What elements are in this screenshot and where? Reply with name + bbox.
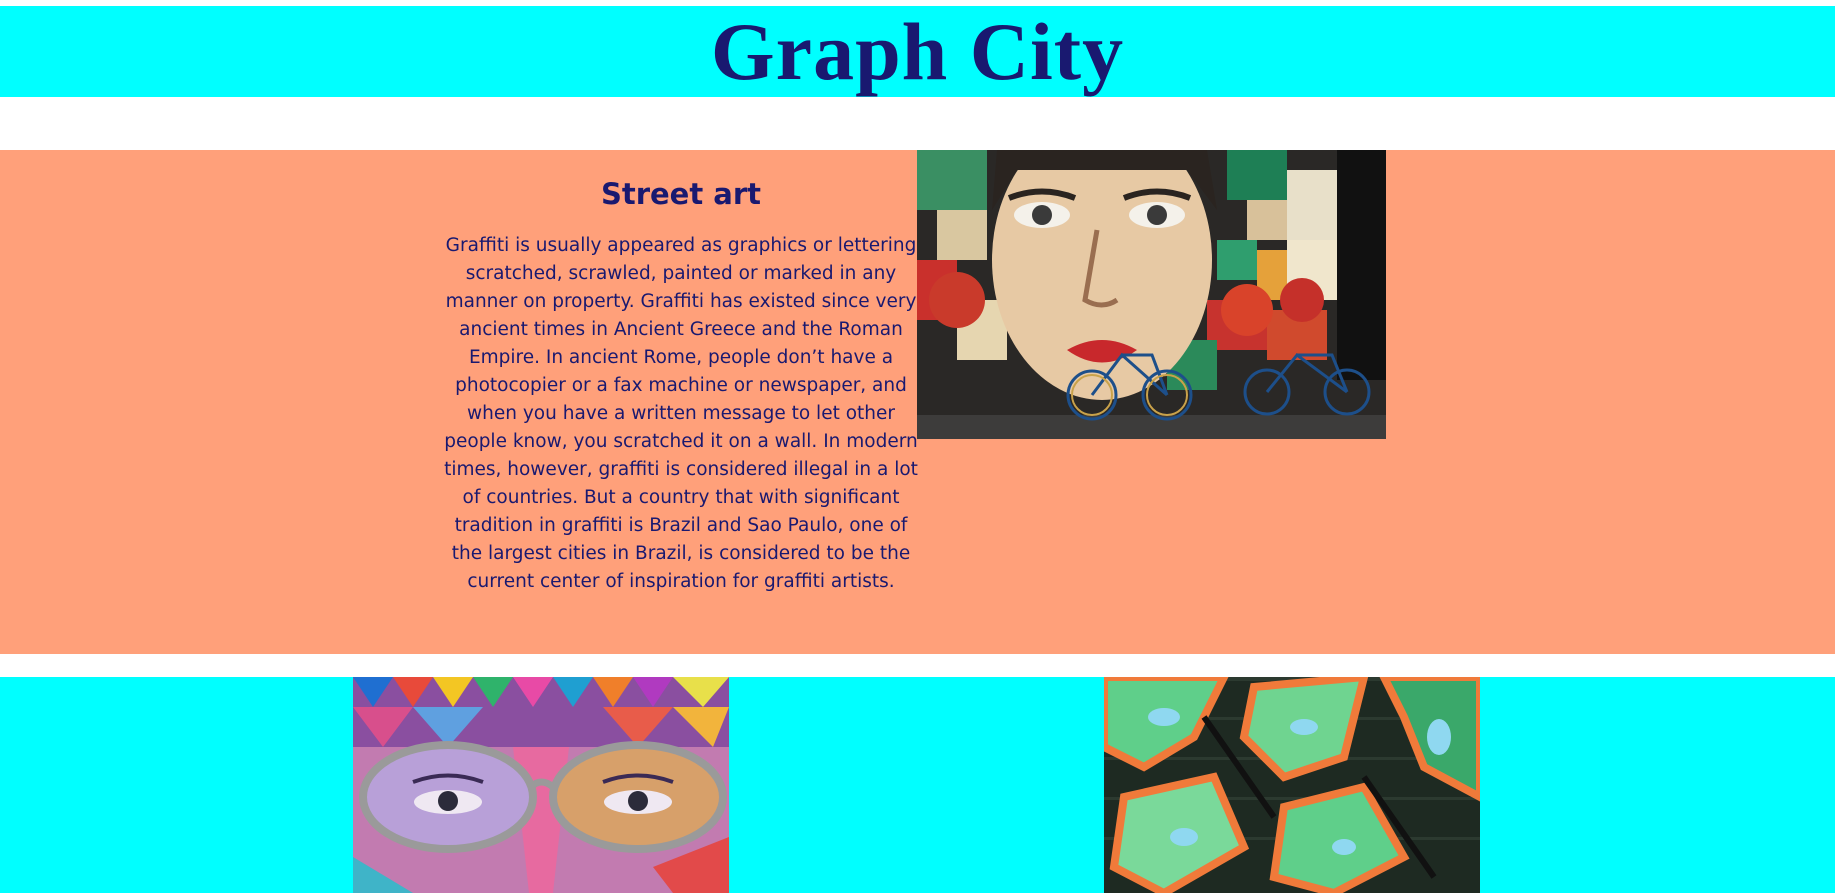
site-header: Graph City — [0, 6, 1835, 97]
section-body: Graffiti is usually appeared as graphics… — [444, 235, 918, 592]
glasses-mural-image — [353, 677, 729, 893]
street-art-section: Street art Graffiti is usually appeared … — [0, 150, 1835, 654]
site-title: Graph City — [710, 6, 1125, 97]
street-art-text: Street art Graffiti is usually appeared … — [444, 150, 918, 596]
gallery-section — [0, 677, 1835, 893]
mural-face-image — [917, 150, 1386, 439]
section-heading: Street art — [600, 177, 762, 211]
graffiti-lettering-image — [1104, 677, 1480, 893]
page: Graph City Street art Graffiti is usuall… — [0, 0, 1835, 893]
